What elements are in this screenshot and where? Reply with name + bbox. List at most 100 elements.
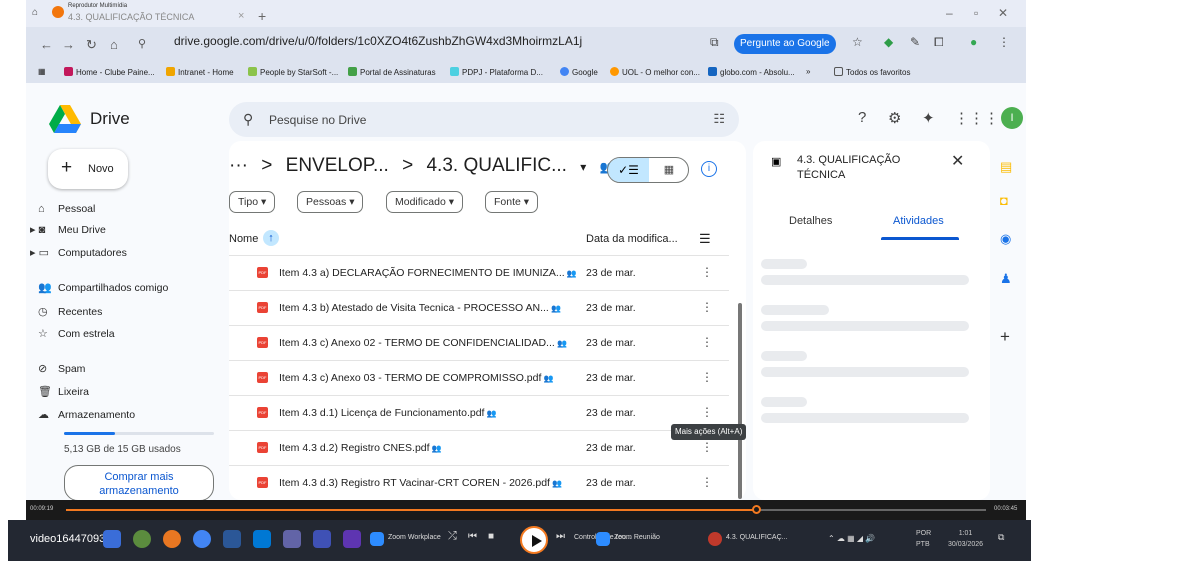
file-name[interactable]: Item 4.3 d.2) Registro CNES.pdf 👥 — [279, 442, 442, 454]
bookmark[interactable]: UOL - O melhor con... — [610, 67, 700, 77]
add-addon-icon[interactable]: + — [1000, 327, 1010, 347]
name-column-header[interactable]: Nome — [229, 233, 258, 245]
calendar-icon[interactable]: ▤ — [1000, 159, 1012, 175]
contacts-icon[interactable]: ♟ — [1000, 271, 1012, 287]
star-icon[interactable]: ☆ — [852, 35, 863, 49]
bookmark[interactable]: Google — [560, 67, 598, 77]
stop-icon[interactable]: ■ — [488, 531, 494, 542]
forward-icon[interactable]: → — [62, 37, 75, 52]
taskbar-app-icon[interactable] — [223, 530, 241, 548]
chrome-taskbar-icon[interactable] — [708, 532, 722, 546]
restore-icon[interactable]: ▫ — [974, 6, 978, 20]
language-indicator[interactable]: POR PTB — [916, 528, 931, 550]
extensions-icon[interactable]: ⧠ — [934, 35, 944, 50]
file-name[interactable]: Item 4.3 c) Anexo 03 - TERMO DE COMPROMI… — [279, 372, 554, 384]
new-button[interactable]: + Novo — [48, 149, 128, 189]
bookmark[interactable]: globo.com - Absolu... — [708, 67, 795, 77]
extension-2-icon[interactable]: ✎ — [910, 35, 920, 49]
apps-grid-icon[interactable]: ⋮⋮⋮ — [954, 109, 999, 127]
browser-tab[interactable]: 4.3. QUALIFICAÇÃO TÉCNICA — [68, 12, 194, 22]
play-button[interactable] — [520, 526, 548, 554]
next-icon[interactable]: ⏭ — [556, 531, 565, 542]
account-avatar[interactable]: I — [1001, 107, 1023, 129]
table-row[interactable]: PDF Item 4.3 a) DECLARAÇÃO FORNECIMENTO D… — [229, 255, 729, 289]
minimize-icon[interactable]: – — [946, 6, 953, 20]
reload-icon[interactable]: ↻ — [86, 37, 97, 53]
filter-people[interactable]: Pessoas ▾ — [297, 191, 364, 213]
tab-details[interactable]: Detalhes — [789, 215, 832, 227]
help-icon[interactable]: ? — [858, 109, 866, 126]
date-column-header[interactable]: Data da modifica... — [586, 233, 678, 245]
nav-item-personal[interactable]: ⌂ Pessoal — [38, 203, 95, 215]
tasks-icon[interactable]: ◉ — [1000, 231, 1011, 247]
close-panel-icon[interactable]: ✕ — [951, 151, 964, 171]
file-name[interactable]: Item 4.3 c) Anexo 02 - TERMO DE CONFIDEN… — [279, 337, 567, 349]
nav-item-my-drive[interactable]: ▸ ◙ Meu Drive — [30, 223, 106, 236]
nav-item-storage[interactable]: ☁ Armazenamento — [38, 408, 135, 421]
settings-icon[interactable]: ⚙ — [888, 109, 901, 127]
close-tab-icon[interactable]: × — [238, 10, 244, 22]
nav-item-shared[interactable]: 👥 Compartilhados comigo — [38, 281, 168, 294]
taskbar-app-icon[interactable] — [133, 530, 151, 548]
tray-icons[interactable]: ⌃ ☁ ▦ ◢ 🔊 — [828, 534, 875, 543]
gemini-icon[interactable]: ✦ — [922, 109, 935, 127]
more-actions-icon[interactable]: ⋮ — [701, 440, 713, 454]
breadcrumb-current[interactable]: 4.3. QUALIFIC... — [426, 155, 566, 176]
bookmark[interactable]: Intranet - Home — [166, 67, 234, 77]
table-row[interactable]: PDF Item 4.3 c) Anexo 03 - TERMO DE COMPR… — [229, 360, 729, 394]
zoom-icon[interactable] — [370, 532, 384, 546]
breadcrumb-parent[interactable]: ENVELOP... — [286, 155, 389, 176]
filter-modified[interactable]: Modificado ▾ — [386, 191, 463, 213]
table-row[interactable]: PDF Item 4.3 c) Anexo 02 - TERMO DE CONFI… — [229, 325, 729, 359]
profile-icon[interactable]: ● — [970, 35, 977, 49]
shuffle-icon[interactable]: ⤮ — [448, 530, 457, 543]
scrollbar[interactable] — [738, 303, 742, 499]
buy-storage-button[interactable]: Comprar mais armazenamento — [64, 465, 214, 501]
more-actions-icon[interactable]: ⋮ — [701, 300, 713, 314]
table-row[interactable]: PDF Item 4.3 d.3) Registro RT Vacinar-CRT… — [229, 465, 729, 499]
more-actions-icon[interactable]: ⋮ — [701, 370, 713, 384]
notifications-icon[interactable]: ⧉ — [998, 532, 1004, 543]
taskbar-app-icon[interactable] — [253, 530, 271, 548]
search-input[interactable]: Pesquise no Drive — [269, 113, 366, 127]
clock[interactable]: 1:01 30/03/2026 — [948, 528, 983, 550]
more-actions-icon[interactable]: ⋮ — [701, 265, 713, 279]
sort-options-icon[interactable]: ☰ — [699, 231, 711, 247]
zoom-icon[interactable] — [596, 532, 610, 546]
seek-handle[interactable] — [752, 505, 761, 514]
bookmark[interactable]: People by StarSoft -... — [248, 67, 338, 77]
taskbar-zoom-workplace[interactable]: Zoom Workplace — [388, 534, 441, 541]
home-button-icon[interactable]: ⌂ — [110, 37, 118, 52]
file-name[interactable]: Item 4.3 d.1) Licença de Funcionamento.p… — [279, 407, 497, 419]
menu-icon[interactable]: ⋮ — [998, 35, 1010, 49]
grid-view-icon[interactable]: ▦ — [649, 158, 689, 182]
drive-logo-text[interactable]: Drive — [90, 109, 130, 129]
address-bar[interactable]: drive.google.com/drive/u/0/folders/1c0XZ… — [174, 34, 582, 48]
sort-ascending-icon[interactable]: ↑ — [263, 230, 279, 246]
info-icon[interactable]: i — [701, 161, 717, 177]
previous-icon[interactable]: ⏮ — [468, 531, 477, 542]
more-actions-icon[interactable]: ⋮ — [701, 335, 713, 349]
cast-icon[interactable]: ⧉ — [710, 35, 719, 50]
teams-icon[interactable] — [283, 530, 301, 548]
bookmark[interactable]: Home - Clube Paine... — [64, 67, 155, 77]
bookmark[interactable]: PDPJ - Plataforma D... — [450, 67, 543, 77]
more-actions-icon[interactable]: ⋮ — [701, 475, 713, 489]
site-info-icon[interactable]: ⚲ — [138, 37, 146, 50]
table-row[interactable]: PDF Item 4.3 d.2) Registro CNES.pdf 👥 23 d… — [229, 430, 729, 464]
nav-item-spam[interactable]: ⊘ Spam — [38, 362, 85, 375]
breadcrumb-more[interactable]: ··· — [229, 155, 248, 176]
list-view-icon[interactable]: ✓☰ — [608, 158, 649, 182]
keep-icon[interactable]: ◘ — [1000, 193, 1008, 208]
more-actions-icon[interactable]: ⋮ — [701, 405, 713, 419]
bookmark[interactable]: Todos os favoritos — [834, 67, 910, 77]
filter-source[interactable]: Fonte ▾ — [485, 191, 539, 213]
taskbar-zoom-meeting[interactable]: Zoom Reunião — [614, 534, 660, 541]
bookmark[interactable]: Portal de Assinaturas — [348, 67, 436, 77]
taskbar-chrome-window[interactable]: 4.3. QUALIFICAÇ... — [726, 534, 787, 541]
table-row[interactable]: PDF Item 4.3 d.1) Licença de Funcionament… — [229, 395, 729, 429]
chrome-taskbar-icon[interactable] — [193, 530, 211, 548]
nav-item-trash[interactable]: 🗑 Lixeira — [38, 385, 89, 398]
file-name[interactable]: Item 4.3 a) DECLARAÇÃO FORNECIMENTO DE I… — [279, 267, 577, 279]
home-icon[interactable]: ⌂ — [32, 7, 44, 19]
